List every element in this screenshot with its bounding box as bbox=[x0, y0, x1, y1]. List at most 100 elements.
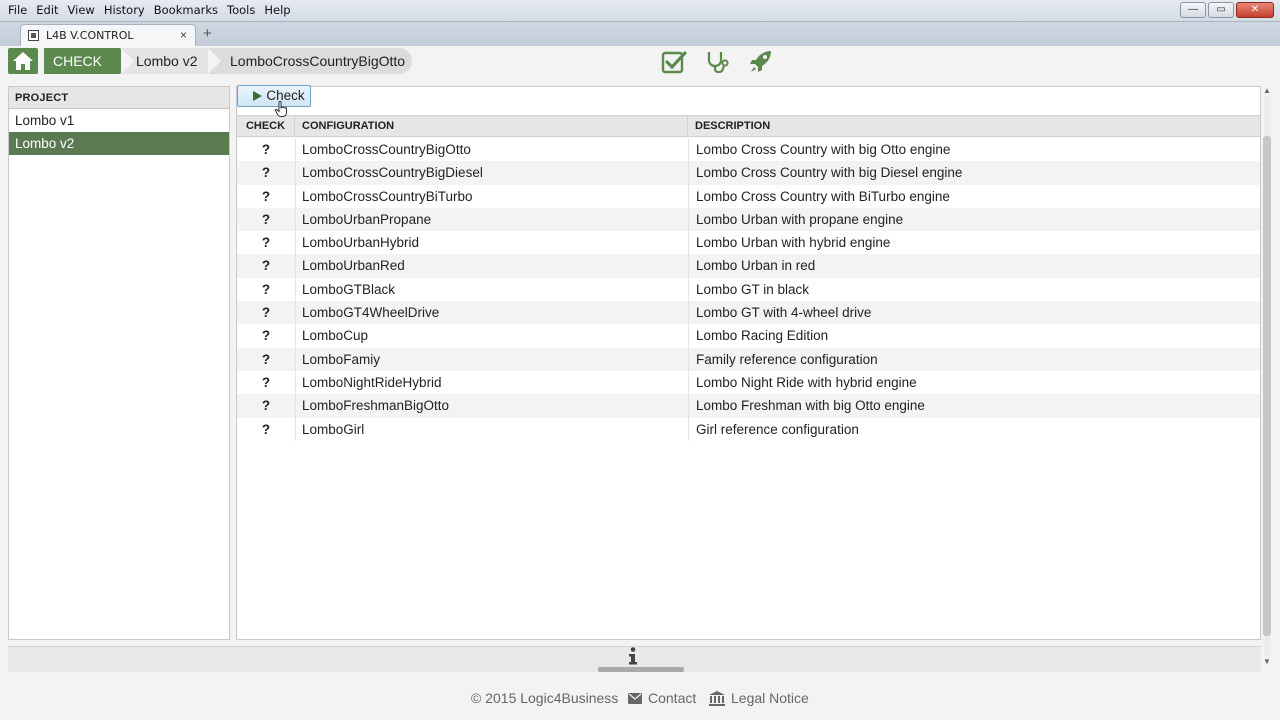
info-icon[interactable] bbox=[627, 647, 639, 665]
configuration-description: Lombo Urban with propane engine bbox=[696, 211, 904, 227]
menu-history[interactable]: History bbox=[104, 3, 145, 17]
project-item-lombo-v2[interactable]: Lombo v2 bbox=[9, 132, 229, 155]
hand-cursor-icon bbox=[275, 101, 287, 117]
maximize-button[interactable]: ▭ bbox=[1208, 2, 1234, 18]
stethoscope-icon[interactable] bbox=[704, 49, 730, 75]
configuration-name: LomboFamiy bbox=[302, 351, 381, 367]
column-header-configuration[interactable]: CONFIGURATION bbox=[295, 116, 688, 137]
app-area: CHECK Lombo v2 LomboCrossCountryBigOtto … bbox=[0, 46, 1280, 720]
configuration-name: LomboGirl bbox=[302, 421, 365, 437]
tab-strip: L4B V.CONTROL × + bbox=[0, 22, 1280, 46]
configuration-description: Lombo GT in black bbox=[696, 281, 810, 297]
close-tab-icon[interactable]: × bbox=[180, 28, 187, 42]
breadcrumb-project-label: Lombo v2 bbox=[136, 53, 198, 69]
bank-icon bbox=[709, 691, 725, 706]
info-bar bbox=[8, 646, 1261, 672]
configuration-name: LomboCrossCountryBigDiesel bbox=[302, 165, 483, 181]
table-row[interactable]: ? LomboFreshmanBigOtto Lombo Freshman with… bbox=[237, 394, 1260, 418]
table-row[interactable]: ? LomboCrossCountryBigOtto Lombo Cross Cou… bbox=[237, 138, 1260, 162]
configuration-description: Girl reference configuration bbox=[696, 421, 859, 437]
table-row[interactable]: ? LomboUrbanPropane Lombo Urban with propa… bbox=[237, 207, 1260, 232]
legal-notice-link[interactable]: Legal Notice bbox=[731, 690, 809, 706]
table-row[interactable]: ? LomboNightRideHybrid Lombo Night Ride wi… bbox=[237, 370, 1260, 395]
contact-link[interactable]: Contact bbox=[648, 690, 696, 706]
menu-items: File Edit View History Bookmarks Tools H… bbox=[8, 3, 291, 17]
check-button[interactable]: Check bbox=[237, 85, 311, 107]
table-row[interactable]: ? LomboUrbanRed Lombo Urban in red bbox=[237, 254, 1260, 278]
table-row[interactable]: ? LomboGT4WheelDrive Lombo GT with 4-wheel… bbox=[237, 301, 1260, 325]
breadcrumb-check[interactable]: CHECK bbox=[44, 48, 133, 74]
table-row[interactable]: ? LomboGirl Girl reference configuration bbox=[237, 417, 1260, 441]
project-panel: PROJECT Lombo v1 Lombo v2 bbox=[8, 86, 230, 640]
table-row[interactable]: ? LomboCrossCountryBiTurbo Lombo Cross Cou… bbox=[237, 184, 1260, 208]
configuration-description: Lombo Urban in red bbox=[696, 258, 816, 274]
check-status: ? bbox=[261, 328, 271, 344]
configuration-name: LomboGT4WheelDrive bbox=[302, 305, 440, 321]
configuration-name: LomboCup bbox=[302, 328, 369, 344]
configuration-name: LomboUrbanRed bbox=[302, 258, 405, 274]
breadcrumb-configuration-label: LomboCrossCountryBigOtto bbox=[230, 53, 406, 69]
table-row[interactable]: ? LomboGTBlack Lombo GT in black bbox=[237, 277, 1260, 302]
scroll-up-icon[interactable]: ▲ bbox=[1263, 86, 1271, 95]
scroll-down-icon[interactable]: ▼ bbox=[1263, 657, 1271, 666]
top-navigation: CHECK Lombo v2 LomboCrossCountryBigOtto bbox=[0, 46, 1280, 76]
check-status: ? bbox=[261, 398, 271, 414]
window-controls: — ▭ ✕ bbox=[1180, 2, 1274, 18]
project-item-lombo-v1[interactable]: Lombo v1 bbox=[9, 109, 229, 132]
configuration-description: Lombo Cross Country with BiTurbo engine bbox=[696, 188, 950, 204]
scrollbar-thumb[interactable] bbox=[1263, 136, 1271, 636]
configuration-name: LomboUrbanHybrid bbox=[302, 235, 420, 251]
configuration-table-body: ? LomboCrossCountryBigOtto Lombo Cross Cou… bbox=[237, 138, 1260, 441]
check-status: ? bbox=[261, 235, 271, 251]
configuration-description: Lombo Cross Country with big Diesel engi… bbox=[696, 165, 963, 181]
menu-edit[interactable]: Edit bbox=[36, 3, 58, 17]
column-header-description[interactable]: DESCRIPTION bbox=[688, 116, 770, 137]
check-status: ? bbox=[261, 351, 271, 367]
configuration-description: Lombo GT with 4-wheel drive bbox=[696, 305, 872, 321]
close-window-button[interactable]: ✕ bbox=[1236, 2, 1274, 18]
table-row[interactable]: ? LomboFamiy Family reference configuratio… bbox=[237, 347, 1260, 371]
project-panel-header: PROJECT bbox=[9, 87, 229, 109]
resize-handle[interactable] bbox=[598, 667, 684, 672]
page-scrollbar[interactable]: ▲ ▼ bbox=[1262, 86, 1272, 666]
browser-tab-title: L4B V.CONTROL bbox=[46, 29, 134, 42]
breadcrumb-configuration[interactable]: LomboCrossCountryBigOtto bbox=[208, 48, 412, 74]
menu-bar: File Edit View History Bookmarks Tools H… bbox=[0, 0, 1280, 22]
configuration-name: LomboNightRideHybrid bbox=[302, 374, 442, 390]
minimize-button[interactable]: — bbox=[1180, 2, 1206, 18]
menu-help[interactable]: Help bbox=[264, 3, 290, 17]
configuration-name: LomboCrossCountryBigOtto bbox=[302, 142, 471, 157]
check-status: ? bbox=[261, 421, 271, 437]
configuration-description: Lombo Night Ride with hybrid engine bbox=[696, 374, 917, 390]
check-square-icon[interactable] bbox=[661, 49, 687, 75]
check-status: ? bbox=[261, 281, 271, 297]
configuration-name: LomboUrbanPropane bbox=[302, 211, 432, 227]
table-header: CHECK CONFIGURATION DESCRIPTION bbox=[237, 115, 1260, 137]
check-status: ? bbox=[261, 142, 271, 157]
table-row[interactable]: ? LomboCup Lombo Racing Edition bbox=[237, 324, 1260, 348]
check-status: ? bbox=[261, 305, 271, 321]
table-row[interactable]: ? LomboCrossCountryBigDiesel Lombo Cross C… bbox=[237, 161, 1260, 185]
check-status: ? bbox=[261, 374, 271, 390]
menu-view[interactable]: View bbox=[68, 3, 95, 17]
copyright-text: © 2015 Logic4Business bbox=[471, 690, 619, 706]
footer: © 2015 Logic4Business Contact Legal Noti… bbox=[0, 682, 1280, 712]
menu-bookmarks[interactable]: Bookmarks bbox=[154, 3, 218, 17]
check-status: ? bbox=[261, 211, 271, 227]
menu-file[interactable]: File bbox=[8, 3, 27, 17]
rocket-icon[interactable] bbox=[748, 49, 774, 75]
new-tab-icon[interactable]: + bbox=[203, 25, 212, 42]
table-row[interactable]: ? LomboUrbanHybrid Lombo Urban with hybrid… bbox=[237, 231, 1260, 255]
configuration-name: LomboFreshmanBigOtto bbox=[302, 398, 450, 414]
browser-tab[interactable]: L4B V.CONTROL × bbox=[20, 24, 196, 46]
breadcrumb-project[interactable]: Lombo v2 bbox=[121, 48, 220, 74]
configuration-name: LomboGTBlack bbox=[302, 281, 396, 297]
menu-tools[interactable]: Tools bbox=[227, 3, 255, 17]
column-header-check[interactable]: CHECK bbox=[237, 116, 295, 137]
play-icon bbox=[253, 91, 263, 101]
home-button[interactable] bbox=[8, 48, 38, 74]
configuration-name: LomboCrossCountryBiTurbo bbox=[302, 188, 473, 204]
configuration-description: Lombo Freshman with big Otto engine bbox=[696, 398, 925, 414]
home-icon bbox=[13, 52, 33, 70]
check-status: ? bbox=[261, 165, 271, 181]
